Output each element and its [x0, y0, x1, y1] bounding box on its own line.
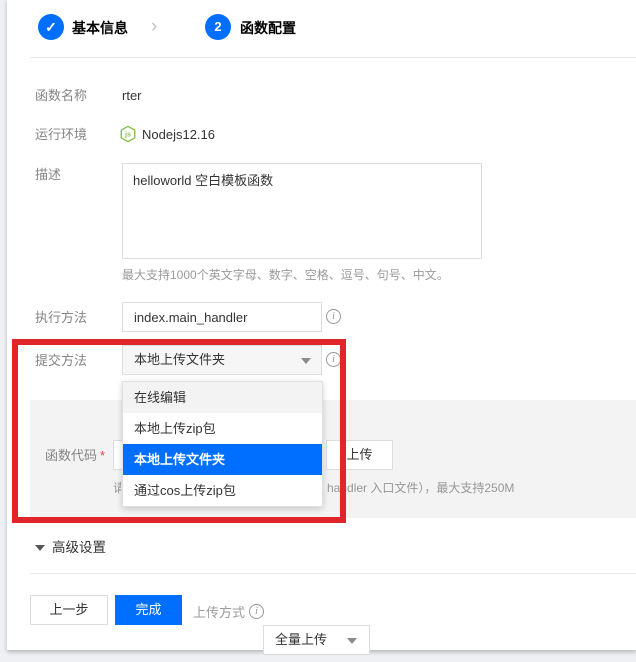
step2-number: 2: [214, 19, 221, 34]
nodejs-icon: js: [119, 125, 137, 143]
finish-button[interactable]: 完成: [115, 595, 182, 625]
svg-text:js: js: [124, 130, 131, 139]
dropdown-option-online-edit[interactable]: 在线编辑: [123, 382, 322, 413]
runtime-value: Nodejs12.16: [142, 127, 215, 142]
info-icon[interactable]: i: [326, 309, 341, 324]
advanced-settings-toggle[interactable]: 高级设置: [35, 540, 106, 556]
code-note: handler 入口文件），最大支持250M: [327, 481, 514, 496]
dropdown-option-cos-zip[interactable]: 通过cos上传zip包: [123, 475, 322, 506]
runtime-label: 运行环境: [35, 127, 87, 142]
header-divider: [30, 57, 636, 58]
check-icon: ✓: [45, 19, 57, 35]
dropdown-option-local-zip[interactable]: 本地上传zip包: [123, 413, 322, 444]
step1-label[interactable]: 基本信息: [72, 20, 128, 36]
info-icon[interactable]: i: [249, 604, 264, 619]
step2-number-circle: 2: [205, 14, 231, 40]
handler-input[interactable]: [122, 302, 322, 332]
chevron-right-icon: ›: [151, 17, 157, 36]
upload-mode-label: 上传方式 i: [193, 602, 264, 621]
submit-method-label: 提交方法: [35, 353, 87, 368]
page: ✓ 基本信息 › 2 函数配置 函数名称 rter 运行环境 js Nodejs…: [0, 0, 636, 662]
step1-done-circle[interactable]: ✓: [38, 14, 64, 40]
chevron-down-icon: [301, 358, 311, 364]
handler-label: 执行方法: [35, 310, 87, 325]
description-hint: 最大支持1000个英文字母、数字、空格、逗号、句号、中文。: [122, 268, 449, 283]
footer-divider: [30, 573, 636, 574]
previous-step-button[interactable]: 上一步: [30, 595, 108, 625]
submit-method-selected-value: 本地上传文件夹: [134, 352, 225, 367]
required-asterisk: *: [100, 448, 105, 463]
code-note-clipped: 请: [113, 481, 121, 496]
upload-button[interactable]: 上传: [326, 440, 393, 470]
step2-label: 函数配置: [240, 20, 296, 36]
advanced-settings-label: 高级设置: [52, 540, 106, 556]
info-icon[interactable]: i: [326, 352, 341, 367]
submit-method-select[interactable]: 本地上传文件夹: [122, 345, 322, 375]
submit-method-dropdown-menu: 在线编辑 本地上传zip包 本地上传文件夹 通过cos上传zip包: [122, 381, 323, 507]
function-name-label: 函数名称: [35, 88, 87, 103]
dropdown-option-local-folder[interactable]: 本地上传文件夹: [123, 444, 322, 475]
function-code-label: 函数代码*: [45, 448, 105, 463]
description-textarea[interactable]: helloworld 空白模板函数: [122, 163, 482, 259]
chevron-down-icon: [347, 638, 357, 644]
upload-mode-selected-value: 全量上传: [275, 632, 327, 647]
upload-mode-select[interactable]: 全量上传: [263, 625, 370, 655]
function-name-value: rter: [122, 88, 142, 103]
description-label: 描述: [35, 167, 61, 182]
triangle-down-icon: [35, 545, 45, 551]
